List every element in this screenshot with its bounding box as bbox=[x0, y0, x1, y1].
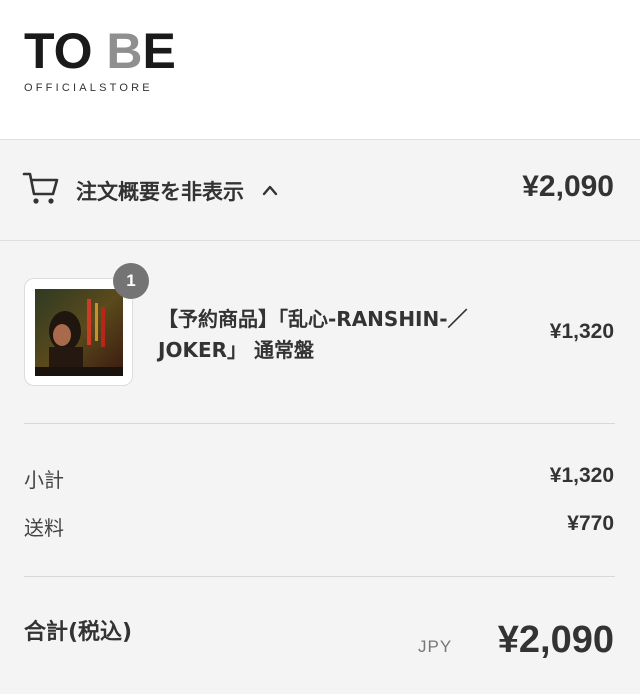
chevron-up-icon[interactable] bbox=[262, 183, 278, 196]
line-item: 1 【予約商品】「乱心-RANSHIN-／JOKER」 通常盤 ¥1,320 bbox=[0, 260, 640, 400]
product-title: 【予約商品】「乱心-RANSHIN-／JOKER」 通常盤 bbox=[158, 307, 468, 362]
quantity-badge: 1 bbox=[113, 263, 149, 299]
shipping-label: 送料 bbox=[24, 516, 64, 540]
store-logo[interactable]: TO BE OFFICIALSTORE bbox=[24, 26, 184, 98]
divider bbox=[24, 423, 615, 424]
product-price: ¥1,320 bbox=[549, 320, 614, 343]
product-image bbox=[35, 289, 123, 376]
product-thumbnail bbox=[24, 278, 133, 386]
total-label: 合計(税込) bbox=[24, 620, 133, 645]
store-header: TO BE OFFICIALSTORE bbox=[0, 0, 640, 140]
logo-wordmark: TO BE bbox=[24, 23, 176, 79]
divider bbox=[24, 576, 615, 577]
subtotal-label: 小計 bbox=[24, 468, 64, 492]
grand-total: ¥2,090 bbox=[497, 619, 614, 661]
toggle-summary-label[interactable]: 注文概要を非表示 bbox=[76, 176, 244, 206]
cart-icon bbox=[22, 170, 60, 206]
summary-total: ¥2,090 bbox=[522, 170, 614, 203]
subtotal-value: ¥1,320 bbox=[549, 464, 614, 487]
currency-code: JPY bbox=[418, 637, 453, 656]
shipping-value: ¥770 bbox=[567, 512, 614, 535]
logo-tagline: OFFICIALSTORE bbox=[24, 82, 153, 94]
